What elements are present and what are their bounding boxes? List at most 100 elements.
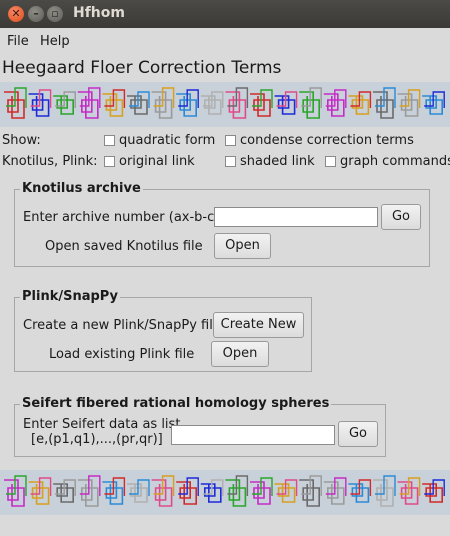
knot-glyph	[373, 475, 396, 507]
knot-glyph	[28, 89, 52, 117]
knot-glyph	[299, 87, 322, 119]
close-icon[interactable]: ✕	[8, 6, 24, 22]
knot-strand	[422, 95, 444, 115]
knot-strand	[28, 481, 50, 505]
knot-strand	[102, 93, 124, 117]
menu-bar: File Help	[0, 28, 450, 54]
maximize-icon[interactable]: ▫	[47, 6, 63, 22]
seifert-go-button[interactable]: Go	[338, 421, 378, 447]
knot-glyph	[225, 475, 249, 507]
knot-strand	[348, 95, 370, 115]
original-link-checkbox[interactable]	[104, 156, 115, 167]
knot-glyph	[397, 89, 421, 117]
knot-strand	[77, 91, 99, 119]
knot-strand	[274, 95, 296, 115]
knot-glyph	[274, 479, 298, 503]
knot-strand	[178, 89, 199, 108]
knot-images	[4, 475, 445, 507]
knot-glyph	[200, 479, 224, 503]
graph-commands-label[interactable]: graph commands	[340, 154, 450, 169]
page-title: Heegaard Floer Correction Terms	[2, 58, 282, 78]
knot-glyph	[422, 479, 445, 503]
graph-commands-checkbox[interactable]	[325, 156, 336, 167]
knot-strand	[397, 481, 419, 505]
quadratic-form-checkbox[interactable]	[104, 135, 115, 146]
knot-strand	[6, 475, 27, 496]
seifert-data-input[interactable]	[171, 425, 335, 445]
knot-glyph	[225, 87, 249, 119]
knot-strand	[225, 91, 247, 119]
knot-glyph	[151, 475, 175, 507]
knot-strand	[323, 93, 345, 117]
original-link-label[interactable]: original link	[119, 154, 195, 169]
window-title: Hfhom	[73, 5, 125, 21]
create-new-button[interactable]: Create New	[213, 312, 304, 338]
seifert-label-line1: Enter Seifert data as list	[23, 417, 181, 432]
archive-number-label: Enter archive number (ax-b-c).	[23, 210, 224, 225]
minimize-icon[interactable]: –	[28, 6, 44, 22]
knot-banner-top	[0, 82, 450, 127]
shaded-link-label[interactable]: shaded link	[240, 154, 315, 169]
seifert-label-line2: [e,(p1,q1),...,(pr,qr)]	[31, 432, 163, 447]
knot-strand	[153, 475, 175, 496]
show-label: Show:	[2, 133, 41, 148]
knot-glyph	[397, 477, 421, 505]
knot-images	[4, 87, 445, 119]
knot-strand	[422, 483, 444, 503]
plink-snappy-title: Plink/SnapPy	[20, 289, 121, 304]
knot-strand	[323, 481, 345, 505]
knot-glyph	[4, 87, 27, 119]
knot-strand	[200, 95, 222, 115]
knot-strand	[53, 95, 74, 115]
quadratic-form-label[interactable]: quadratic form	[119, 133, 215, 148]
knot-glyph	[127, 91, 150, 115]
knot-glyph	[348, 91, 372, 115]
knot-strand	[227, 475, 249, 496]
knot-glyph	[53, 479, 76, 503]
knot-glyph	[28, 477, 52, 505]
knot-banner-bottom	[0, 470, 450, 515]
knot-glyph	[200, 91, 224, 115]
menu-file[interactable]: File	[7, 34, 29, 49]
open-plink-button[interactable]: Open	[211, 341, 269, 367]
knot-strand	[102, 481, 124, 505]
seifert-title: Seifert fibered rational homology sphere…	[20, 396, 332, 411]
open-knotilus-label: Open saved Knotilus file	[45, 239, 203, 254]
knot-strand	[30, 477, 52, 496]
archive-go-button[interactable]: Go	[381, 204, 421, 230]
menu-help[interactable]: Help	[40, 34, 70, 49]
knot-glyph	[373, 87, 396, 119]
knot-strand	[176, 93, 197, 117]
knot-strand	[151, 91, 173, 119]
knot-glyph	[176, 477, 199, 505]
knot-strand	[301, 87, 322, 108]
knot-strand	[252, 89, 273, 108]
knot-strand	[375, 475, 396, 496]
knot-glyph	[250, 477, 273, 505]
knot-strand	[6, 87, 27, 108]
knot-strand	[28, 93, 50, 117]
knot-strand	[375, 87, 396, 108]
knot-strand	[200, 483, 222, 503]
knot-strand	[399, 477, 421, 496]
knot-strand	[397, 93, 419, 117]
archive-number-input[interactable]	[214, 207, 378, 227]
knotilus-plink-label: Knotilus, Plink:	[2, 154, 98, 169]
knot-strand	[178, 477, 199, 496]
knot-glyph	[127, 479, 150, 503]
knot-glyph	[422, 91, 445, 115]
knot-glyph	[53, 91, 76, 115]
knot-strand	[151, 479, 173, 507]
knot-strand	[274, 483, 296, 503]
knot-glyph	[102, 89, 126, 117]
shaded-link-checkbox[interactable]	[225, 156, 236, 167]
knot-glyph	[4, 475, 27, 507]
knot-strand	[4, 479, 25, 507]
condense-label[interactable]: condense correction terms	[240, 133, 414, 148]
knot-strand	[299, 479, 321, 507]
knot-glyph	[176, 89, 199, 117]
condense-checkbox[interactable]	[225, 135, 236, 146]
open-knotilus-button[interactable]: Open	[214, 233, 271, 259]
knot-strand	[299, 91, 321, 119]
knot-glyph	[323, 89, 347, 117]
